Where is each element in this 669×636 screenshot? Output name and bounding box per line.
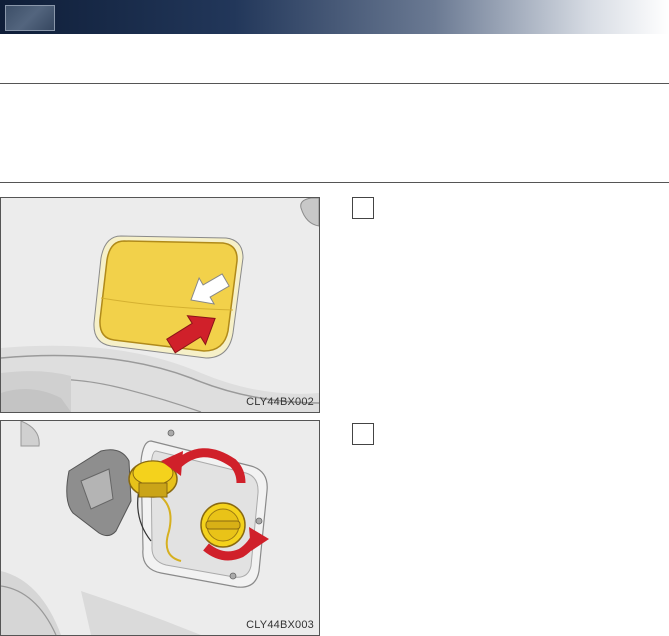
- step-1-box: [352, 197, 374, 219]
- divider-section: [0, 182, 669, 183]
- fuel-cap-illustration: [1, 421, 319, 635]
- figure-code: CLY44BX002: [246, 396, 314, 408]
- divider-top: [0, 83, 669, 84]
- figure-fuel-cap: CLY44BX003: [0, 420, 320, 636]
- fuel-cap: [200, 502, 246, 548]
- header-bar: [0, 0, 669, 34]
- step-2-box: [352, 423, 374, 445]
- figure-code: CLY44BX003: [246, 619, 314, 631]
- header-thumbnail: [5, 5, 55, 31]
- figure-fuel-door: CLY44BX002: [0, 197, 320, 413]
- fuel-door-illustration: [1, 198, 319, 412]
- fuel-door-panel: [99, 240, 238, 352]
